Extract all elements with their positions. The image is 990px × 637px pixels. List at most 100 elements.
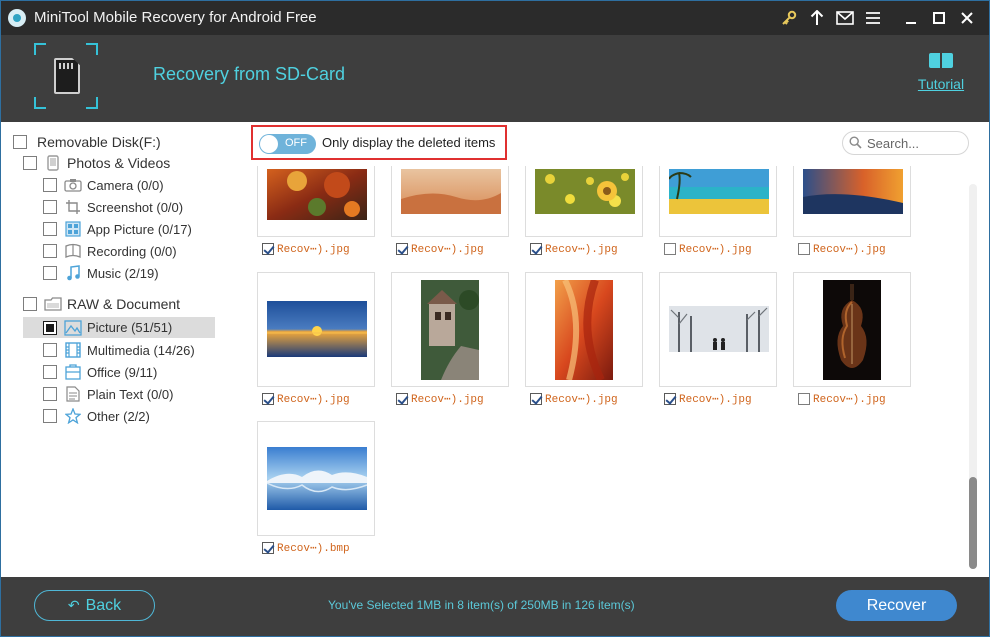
file-tile[interactable]: Recov⋯).jpg (257, 166, 375, 262)
thumbnail-frame[interactable] (659, 272, 777, 387)
item-checkbox[interactable] (43, 266, 57, 280)
thumbnail-frame[interactable] (793, 272, 911, 387)
maximize-icon[interactable] (925, 1, 953, 35)
file-caption[interactable]: Recov⋯).jpg (530, 391, 618, 407)
file-tile[interactable]: Recov⋯).jpg (391, 272, 509, 412)
back-arrow-icon: ↶ (67, 597, 80, 613)
search-box[interactable] (842, 131, 969, 155)
tree-group-raw-document[interactable]: RAW & Document (23, 294, 180, 314)
file-checkbox[interactable] (530, 243, 542, 255)
screenshot-icon (64, 199, 82, 215)
window-controls (775, 1, 981, 35)
minimize-icon[interactable] (897, 1, 925, 35)
tree-item-music[interactable]: Music (2/19) (43, 263, 159, 283)
root-checkbox[interactable] (13, 135, 27, 149)
file-caption[interactable]: Recov⋯).jpg (530, 241, 618, 257)
tree-item-other[interactable]: Other (2/2) (43, 406, 150, 426)
tree-item-screenshot[interactable]: Screenshot (0/0) (43, 197, 183, 217)
phone-icon (44, 155, 62, 171)
item-checkbox[interactable] (43, 178, 57, 192)
item-checkbox-checked[interactable] (43, 320, 57, 335)
music-icon (64, 265, 82, 281)
group-checkbox[interactable] (23, 156, 37, 170)
file-caption[interactable]: Recov⋯).jpg (664, 241, 752, 257)
tutorial-label[interactable]: Tutorial (911, 76, 971, 92)
item-checkbox[interactable] (43, 409, 57, 423)
file-tile[interactable]: Recov⋯).jpg (391, 166, 509, 262)
deleted-only-toggle[interactable]: OFF (259, 134, 316, 154)
close-icon[interactable] (953, 1, 981, 35)
tree-item-label: Plain Text (0/0) (87, 386, 174, 402)
app-picture-icon (64, 221, 82, 237)
thumbnail-frame[interactable] (257, 166, 375, 237)
item-checkbox[interactable] (43, 222, 57, 236)
thumbnail-frame[interactable] (257, 421, 375, 536)
file-checkbox[interactable] (262, 393, 274, 405)
group-checkbox[interactable] (23, 297, 37, 311)
folder-icon (44, 296, 62, 312)
file-name: Recov⋯).jpg (277, 394, 350, 406)
item-checkbox[interactable] (43, 343, 57, 357)
thumbnail-frame[interactable] (391, 166, 509, 237)
file-checkbox[interactable] (262, 542, 274, 554)
file-caption[interactable]: Recov⋯).jpg (798, 391, 886, 407)
tree-item-label: Camera (0/0) (87, 177, 164, 193)
item-checkbox[interactable] (43, 244, 57, 258)
file-tile[interactable]: Recov⋯).jpg (257, 272, 375, 412)
item-checkbox[interactable] (43, 365, 57, 379)
file-tile[interactable]: Recov⋯).jpg (659, 166, 777, 262)
file-tile[interactable]: Recov⋯).jpg (793, 272, 911, 412)
file-caption[interactable]: Recov⋯).jpg (664, 391, 752, 407)
item-checkbox[interactable] (43, 387, 57, 401)
mail-icon[interactable] (831, 1, 859, 35)
tree-root[interactable]: Removable Disk(F:) (13, 132, 161, 152)
thumbnail-frame[interactable] (525, 166, 643, 237)
thumbnail-frame[interactable] (659, 166, 777, 237)
file-caption[interactable]: Recov⋯).jpg (262, 391, 350, 407)
file-checkbox[interactable] (798, 393, 810, 405)
thumbnail-frame[interactable] (257, 272, 375, 387)
tree-item-office[interactable]: Office (9/11) (43, 362, 157, 382)
file-caption[interactable]: Recov⋯).jpg (396, 391, 484, 407)
upgrade-arrow-icon[interactable] (803, 1, 831, 35)
back-button[interactable]: ↶ Back (34, 590, 155, 621)
file-checkbox[interactable] (396, 243, 408, 255)
file-caption[interactable]: Recov⋯).jpg (798, 241, 886, 257)
file-caption[interactable]: Recov⋯).jpg (396, 241, 484, 257)
key-icon[interactable] (775, 1, 803, 35)
file-checkbox[interactable] (530, 393, 542, 405)
deleted-filter-highlight: OFF Only display the deleted items (251, 125, 507, 160)
file-tile[interactable]: Recov⋯).jpg (525, 272, 643, 412)
file-checkbox[interactable] (262, 243, 274, 255)
picture-icon (64, 319, 82, 336)
file-caption[interactable]: Recov⋯).bmp (262, 540, 350, 556)
tree-group-photos-videos[interactable]: Photos & Videos (23, 153, 170, 173)
file-checkbox[interactable] (664, 393, 676, 405)
thumbnail-frame[interactable] (391, 272, 509, 387)
star-icon (64, 408, 82, 424)
file-checkbox[interactable] (396, 393, 408, 405)
file-tile[interactable]: Recov⋯).jpg (793, 166, 911, 262)
file-tile[interactable]: Recov⋯).jpg (659, 272, 777, 412)
tree-item-camera[interactable]: Camera (0/0) (43, 175, 164, 195)
window-title: MiniTool Mobile Recovery for Android Fre… (34, 9, 317, 26)
tree-item-recording[interactable]: Recording (0/0) (43, 241, 177, 261)
tree-item-picture[interactable]: Picture (51/51) (23, 317, 215, 338)
tree-item-multimedia[interactable]: Multimedia (14/26) (43, 340, 195, 360)
menu-icon[interactable] (859, 1, 887, 35)
file-tile[interactable]: Recov⋯).bmp (257, 421, 375, 561)
file-checkbox[interactable] (798, 243, 810, 255)
tutorial-link[interactable]: Tutorial (911, 53, 971, 92)
item-checkbox[interactable] (43, 200, 57, 214)
search-input[interactable] (867, 135, 963, 152)
grid-scrollbar-thumb[interactable] (969, 477, 977, 569)
thumbnail-frame[interactable] (793, 166, 911, 237)
tree-item-app-picture[interactable]: App Picture (0/17) (43, 219, 192, 239)
thumbnail-image (555, 280, 613, 380)
file-caption[interactable]: Recov⋯).jpg (262, 241, 350, 257)
recover-button[interactable]: Recover (836, 590, 957, 621)
file-checkbox[interactable] (664, 243, 676, 255)
thumbnail-frame[interactable] (525, 272, 643, 387)
file-tile[interactable]: Recov⋯).jpg (525, 166, 643, 262)
tree-item-plain-text[interactable]: Plain Text (0/0) (43, 384, 173, 404)
